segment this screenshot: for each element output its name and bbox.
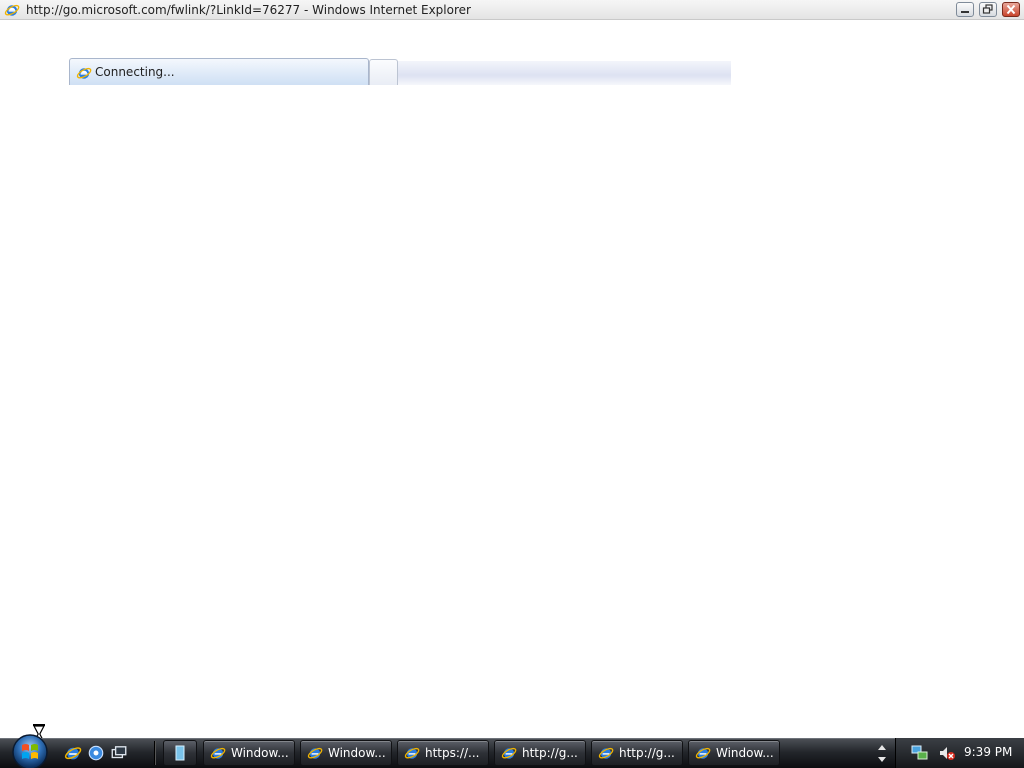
- windows-logo-icon: [12, 734, 48, 768]
- taskbar-button-label: Window...: [716, 746, 774, 760]
- window-icon: [175, 745, 185, 761]
- internet-explorer-icon: [598, 747, 614, 759]
- internet-explorer-icon: [64, 747, 82, 760]
- restore-icon: [982, 4, 993, 14]
- taskbar-separator: [154, 741, 156, 765]
- close-button[interactable]: [1002, 2, 1020, 17]
- taskbar-button-minimized[interactable]: [163, 740, 197, 766]
- internet-explorer-icon: [695, 747, 711, 759]
- internet-explorer-icon: [210, 747, 226, 759]
- taskbar-button[interactable]: http://g...: [591, 740, 683, 766]
- window-titlebar[interactable]: http://go.microsoft.com/fwlink/?LinkId=7…: [0, 0, 1024, 20]
- taskbar-button[interactable]: http://g...: [494, 740, 586, 766]
- tab-label: Connecting...: [95, 65, 175, 79]
- taskbar-button[interactable]: Window...: [688, 740, 780, 766]
- tab-strip: [369, 61, 731, 85]
- chevron-down-icon: [878, 757, 886, 762]
- window-title: http://go.microsoft.com/fwlink/?LinkId=7…: [26, 3, 471, 17]
- internet-explorer-icon: [4, 2, 20, 18]
- chevron-up-icon: [878, 745, 886, 750]
- minimize-icon: [961, 11, 969, 13]
- taskbar-button-label: http://g...: [522, 746, 578, 760]
- taskbar-button-label: Window...: [231, 746, 289, 760]
- internet-explorer-icon: [404, 747, 420, 759]
- volume-muted-icon[interactable]: [938, 744, 956, 762]
- start-button[interactable]: [8, 731, 52, 768]
- quicklaunch-switch-windows-button[interactable]: [110, 744, 128, 762]
- close-icon: [1006, 4, 1016, 15]
- network-icon[interactable]: [911, 744, 929, 762]
- clock[interactable]: 9:39 PM: [964, 745, 1012, 759]
- taskbar-scroll-arrows[interactable]: [873, 739, 891, 767]
- tab-connecting[interactable]: Connecting...: [69, 58, 369, 85]
- internet-explorer-icon: [307, 747, 323, 759]
- internet-explorer-icon: [76, 65, 92, 81]
- taskbar-button[interactable]: Window...: [203, 740, 295, 766]
- quicklaunch-ie-settings-button[interactable]: [87, 744, 105, 762]
- restore-button[interactable]: [979, 2, 997, 17]
- quicklaunch-ie-button[interactable]: [64, 744, 82, 762]
- switch-windows-icon: [111, 746, 127, 759]
- new-tab-button[interactable]: [369, 59, 398, 85]
- internet-explorer-icon: [501, 747, 517, 759]
- ie-settings-icon: [88, 745, 104, 761]
- taskbar-button[interactable]: Window...: [300, 740, 392, 766]
- minimize-button[interactable]: [956, 2, 974, 17]
- tab-row: Connecting...: [69, 58, 731, 85]
- taskbar-button[interactable]: https://...: [397, 740, 489, 766]
- taskbar-button-label: Window...: [328, 746, 386, 760]
- taskbar-button-label: http://g...: [619, 746, 675, 760]
- taskbar-button-label: https://...: [425, 746, 480, 760]
